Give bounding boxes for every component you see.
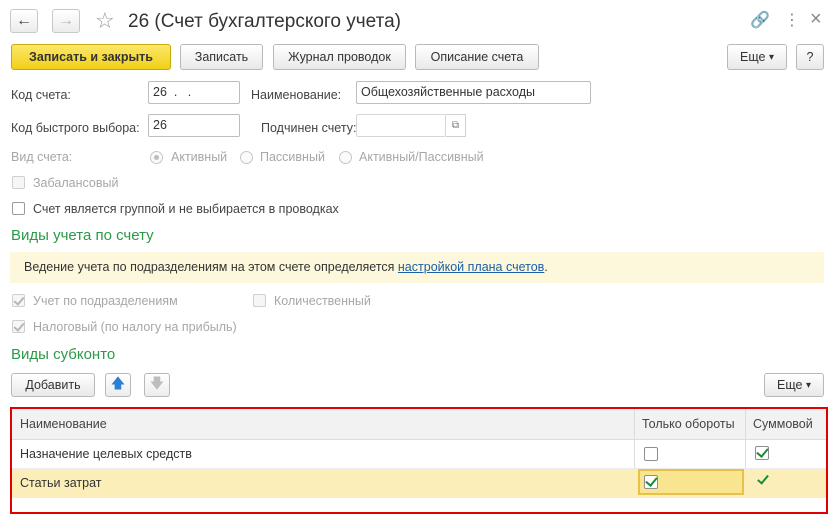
column-turnover-only[interactable]: Только обороты (642, 417, 735, 431)
quantity-label: Количественный (274, 294, 371, 308)
move-down-button[interactable]: 🡇 (144, 373, 170, 397)
subconto-table: Наименование Только обороты Суммовой Наз… (10, 407, 828, 514)
subconto-more-label: Еще (777, 378, 803, 392)
group-label: Счет является группой и не выбирается в … (33, 202, 339, 216)
group-checkbox[interactable] (12, 202, 25, 215)
chevron-down-icon: ▾ (805, 379, 811, 391)
off-balance-label: Забалансовый (33, 176, 119, 190)
link-icon[interactable]: 🔗 (750, 10, 770, 32)
radio-active-passive-label: Активный/Пассивный (359, 150, 484, 164)
parent-account-label: Подчинен счету: (261, 121, 357, 135)
turnover-only-cell-focused[interactable] (638, 469, 744, 495)
quick-code-input[interactable]: 26 (148, 114, 240, 137)
column-name[interactable]: Наименование (20, 417, 107, 431)
radio-active[interactable] (150, 151, 163, 164)
info-panel: Ведение учета по подразделениям на этом … (10, 252, 824, 283)
name-label: Наименование: (251, 88, 342, 102)
account-kind-label: Вид счета: (11, 150, 73, 164)
column-sum[interactable]: Суммовой (753, 417, 813, 431)
subconto-more-button[interactable]: Еще ▾ (764, 373, 824, 397)
journal-button[interactable]: Журнал проводок (273, 44, 406, 70)
save-button[interactable]: Записать (180, 44, 263, 70)
more-button[interactable]: Еще ▾ (727, 44, 787, 70)
arrow-down-icon: 🡇 (149, 375, 165, 391)
chevron-down-icon: ▾ (768, 51, 774, 63)
off-balance-checkbox[interactable] (12, 176, 25, 189)
close-icon[interactable]: × (810, 8, 822, 30)
turnover-only-checkbox[interactable] (644, 475, 658, 489)
row-name: Назначение целевых средств (20, 447, 192, 461)
subconto-section-title: Виды субконто (11, 346, 116, 363)
arrow-up-icon: 🡅 (110, 375, 126, 391)
row-divider (12, 497, 826, 498)
radio-active-label: Активный (171, 150, 228, 164)
dept-accounting-label: Учет по подразделениям (33, 294, 178, 308)
help-button[interactable]: ? (796, 44, 824, 70)
window-title: 26 (Счет бухгалтерского учета) (128, 11, 401, 32)
account-code-label: Код счета: (11, 88, 71, 102)
move-up-button[interactable]: 🡅 (105, 373, 131, 397)
name-input[interactable]: Общехозяйственные расходы (356, 81, 591, 104)
radio-passive[interactable] (240, 151, 253, 164)
more-vertical-icon[interactable]: ⋮ (784, 10, 800, 32)
dept-accounting-checkbox[interactable] (12, 294, 25, 307)
info-end: . (544, 260, 548, 274)
quantity-checkbox[interactable] (253, 294, 266, 307)
table-row[interactable]: Назначение целевых средств (12, 440, 826, 468)
chart-settings-link[interactable]: настройкой плана счетов (398, 260, 544, 274)
arrow-right-icon: → (58, 12, 74, 29)
account-code-input[interactable]: 26 . . (148, 81, 240, 104)
back-button[interactable]: ← (10, 9, 38, 33)
turnover-only-checkbox[interactable] (644, 447, 658, 461)
table-header: Наименование Только обороты Суммовой (12, 409, 826, 440)
open-icon[interactable]: ⧉ (446, 114, 466, 137)
parent-account-input[interactable] (356, 114, 446, 137)
more-label: Еще (740, 50, 766, 64)
arrow-left-icon: ← (16, 12, 32, 29)
radio-active-passive[interactable] (339, 151, 352, 164)
info-text: Ведение учета по подразделениям на этом … (24, 260, 548, 274)
quick-code-label: Код быстрого выбора: (11, 121, 140, 135)
forward-button[interactable]: → (52, 9, 80, 33)
sum-checkbox[interactable] (755, 446, 769, 460)
save-and-close-button[interactable]: Записать и закрыть (11, 44, 171, 70)
account-description-button[interactable]: Описание счета (415, 44, 539, 70)
tax-checkbox[interactable] (12, 320, 25, 333)
row-name: Статьи затрат (20, 476, 102, 490)
favorite-star-icon[interactable]: ☆ (95, 8, 115, 34)
accounting-section-title: Виды учета по счету (11, 227, 154, 244)
add-button[interactable]: Добавить (11, 373, 95, 397)
tax-label: Налоговый (по налогу на прибыль) (33, 320, 237, 334)
info-message: Ведение учета по подразделениям на этом … (24, 260, 395, 274)
radio-passive-label: Пассивный (260, 150, 325, 164)
